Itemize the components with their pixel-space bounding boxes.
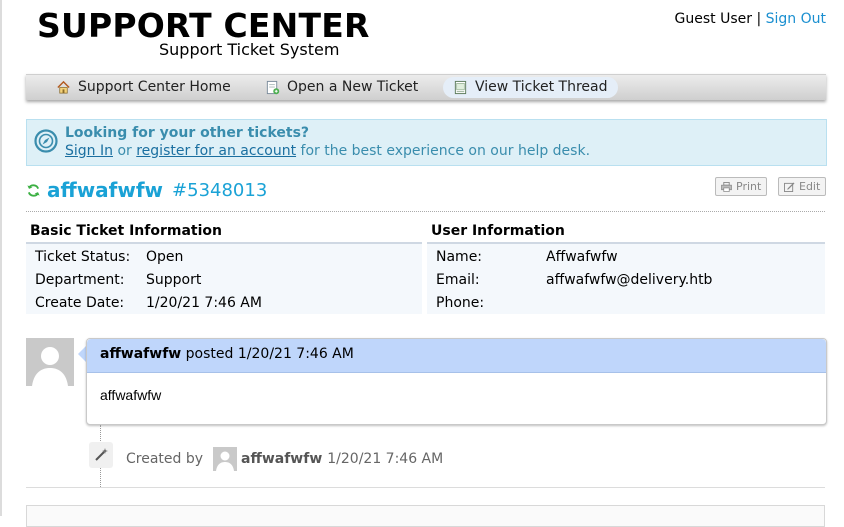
reply-panel bbox=[26, 505, 825, 527]
banner-headline: Looking for your other tickets? bbox=[65, 125, 310, 141]
thread-date: 1/20/21 7:46 AM bbox=[237, 346, 354, 362]
event-author: affwafwfw bbox=[241, 451, 323, 467]
edit-button[interactable]: Edit bbox=[778, 177, 827, 196]
avatar bbox=[26, 338, 74, 386]
nav-new-ticket[interactable]: Open a New Ticket bbox=[255, 77, 428, 98]
banner-message: Sign In or register for an account for t… bbox=[65, 143, 590, 159]
edit-button-label: Edit bbox=[799, 180, 821, 193]
thread-posted-text: posted bbox=[185, 346, 234, 362]
info-row: Ticket Status: Open bbox=[26, 246, 422, 269]
basic-info-title: Basic Ticket Information bbox=[26, 221, 422, 244]
refresh-icon[interactable] bbox=[26, 183, 41, 198]
magic-wand-icon bbox=[95, 448, 108, 461]
banner-or-text: or bbox=[117, 143, 132, 159]
create-date-label: Create Date: bbox=[35, 295, 125, 311]
thread-event: Created by affwafwfw 1/20/21 7:46 AM bbox=[126, 447, 443, 471]
sign-in-link[interactable]: Sign In bbox=[65, 143, 113, 159]
banner-suffix-text: for the best experience on our help desk… bbox=[300, 143, 591, 159]
ticket-status-value: Open bbox=[146, 249, 184, 265]
name-value: Affwafwfw bbox=[546, 249, 618, 265]
event-created-by-text: Created by bbox=[126, 451, 204, 467]
print-button[interactable]: Print bbox=[715, 177, 768, 196]
email-value: affwafwfw@delivery.htb bbox=[546, 272, 713, 288]
user-separator: | bbox=[756, 11, 762, 27]
info-row: Department: Support bbox=[26, 269, 422, 292]
info-row: Phone: bbox=[427, 292, 825, 315]
home-icon bbox=[57, 80, 70, 94]
signin-banner: Looking for your other tickets? Sign In … bbox=[26, 119, 827, 166]
info-row: Create Date: 1/20/21 7:46 AM bbox=[26, 292, 422, 315]
edit-icon bbox=[784, 181, 795, 192]
guest-user-label: Guest User bbox=[674, 11, 752, 27]
compass-icon bbox=[34, 129, 58, 153]
user-info-panel: User Information Name: Affwafwfw Email: … bbox=[427, 221, 825, 314]
user-silhouette-icon bbox=[216, 451, 235, 471]
ticket-thread-icon bbox=[454, 80, 467, 95]
ticket-status-label: Ticket Status: bbox=[35, 249, 131, 265]
thread-author: affwafwfw bbox=[100, 346, 182, 362]
ticket-number: #5348013 bbox=[172, 179, 268, 201]
phone-label: Phone: bbox=[436, 295, 485, 311]
printer-icon bbox=[721, 181, 732, 192]
user-area: Guest User | Sign Out bbox=[675, 11, 826, 27]
nav-new-ticket-label: Open a New Ticket bbox=[287, 79, 419, 95]
nav-view-ticket-thread[interactable]: View Ticket Thread bbox=[443, 77, 618, 98]
nav-view-ticket-thread-label: View Ticket Thread bbox=[475, 79, 608, 95]
ticket-subject[interactable]: affwafwfw bbox=[47, 178, 163, 202]
name-label: Name: bbox=[436, 249, 483, 265]
header-divider bbox=[26, 211, 825, 212]
ticket-header: affwafwfw #5348013 bbox=[26, 178, 267, 202]
sign-out-link[interactable]: Sign Out bbox=[766, 11, 826, 27]
event-avatar bbox=[213, 447, 238, 471]
user-silhouette-icon bbox=[32, 347, 68, 386]
department-label: Department: bbox=[35, 272, 125, 288]
print-button-label: Print bbox=[736, 180, 762, 193]
main-nav: Support Center Home Open a New Ticket Vi… bbox=[26, 74, 826, 100]
event-date: 1/20/21 7:46 AM bbox=[327, 451, 444, 467]
thread-message: affwafwfw posted 1/20/21 7:46 AM affwafw… bbox=[86, 338, 827, 425]
create-date-value: 1/20/21 7:46 AM bbox=[146, 295, 262, 311]
event-icon-box bbox=[89, 442, 113, 468]
basic-info-panel: Basic Ticket Information Ticket Status: … bbox=[26, 221, 422, 314]
nav-home[interactable]: Support Center Home bbox=[46, 77, 241, 98]
thread-message-body: affwafwfw bbox=[100, 387, 162, 403]
user-info-title: User Information bbox=[427, 221, 825, 244]
thread-message-header: affwafwfw posted 1/20/21 7:46 AM bbox=[87, 339, 826, 373]
register-link[interactable]: register for an account bbox=[136, 143, 296, 159]
site-logo-subtitle: Support Ticket System bbox=[159, 40, 340, 59]
user-info-body: Name: Affwafwfw Email: affwafwfw@deliver… bbox=[427, 244, 825, 314]
page-left-border bbox=[0, 0, 2, 516]
message-pointer bbox=[78, 346, 86, 362]
basic-info-body: Ticket Status: Open Department: Support … bbox=[26, 244, 422, 314]
info-row: Email: affwafwfw@delivery.htb bbox=[427, 269, 825, 292]
nav-home-label: Support Center Home bbox=[78, 79, 231, 95]
thread-bottom-divider bbox=[26, 487, 825, 488]
email-label: Email: bbox=[436, 272, 480, 288]
new-ticket-icon bbox=[266, 80, 280, 95]
info-row: Name: Affwafwfw bbox=[427, 246, 825, 269]
department-value: Support bbox=[146, 272, 202, 288]
